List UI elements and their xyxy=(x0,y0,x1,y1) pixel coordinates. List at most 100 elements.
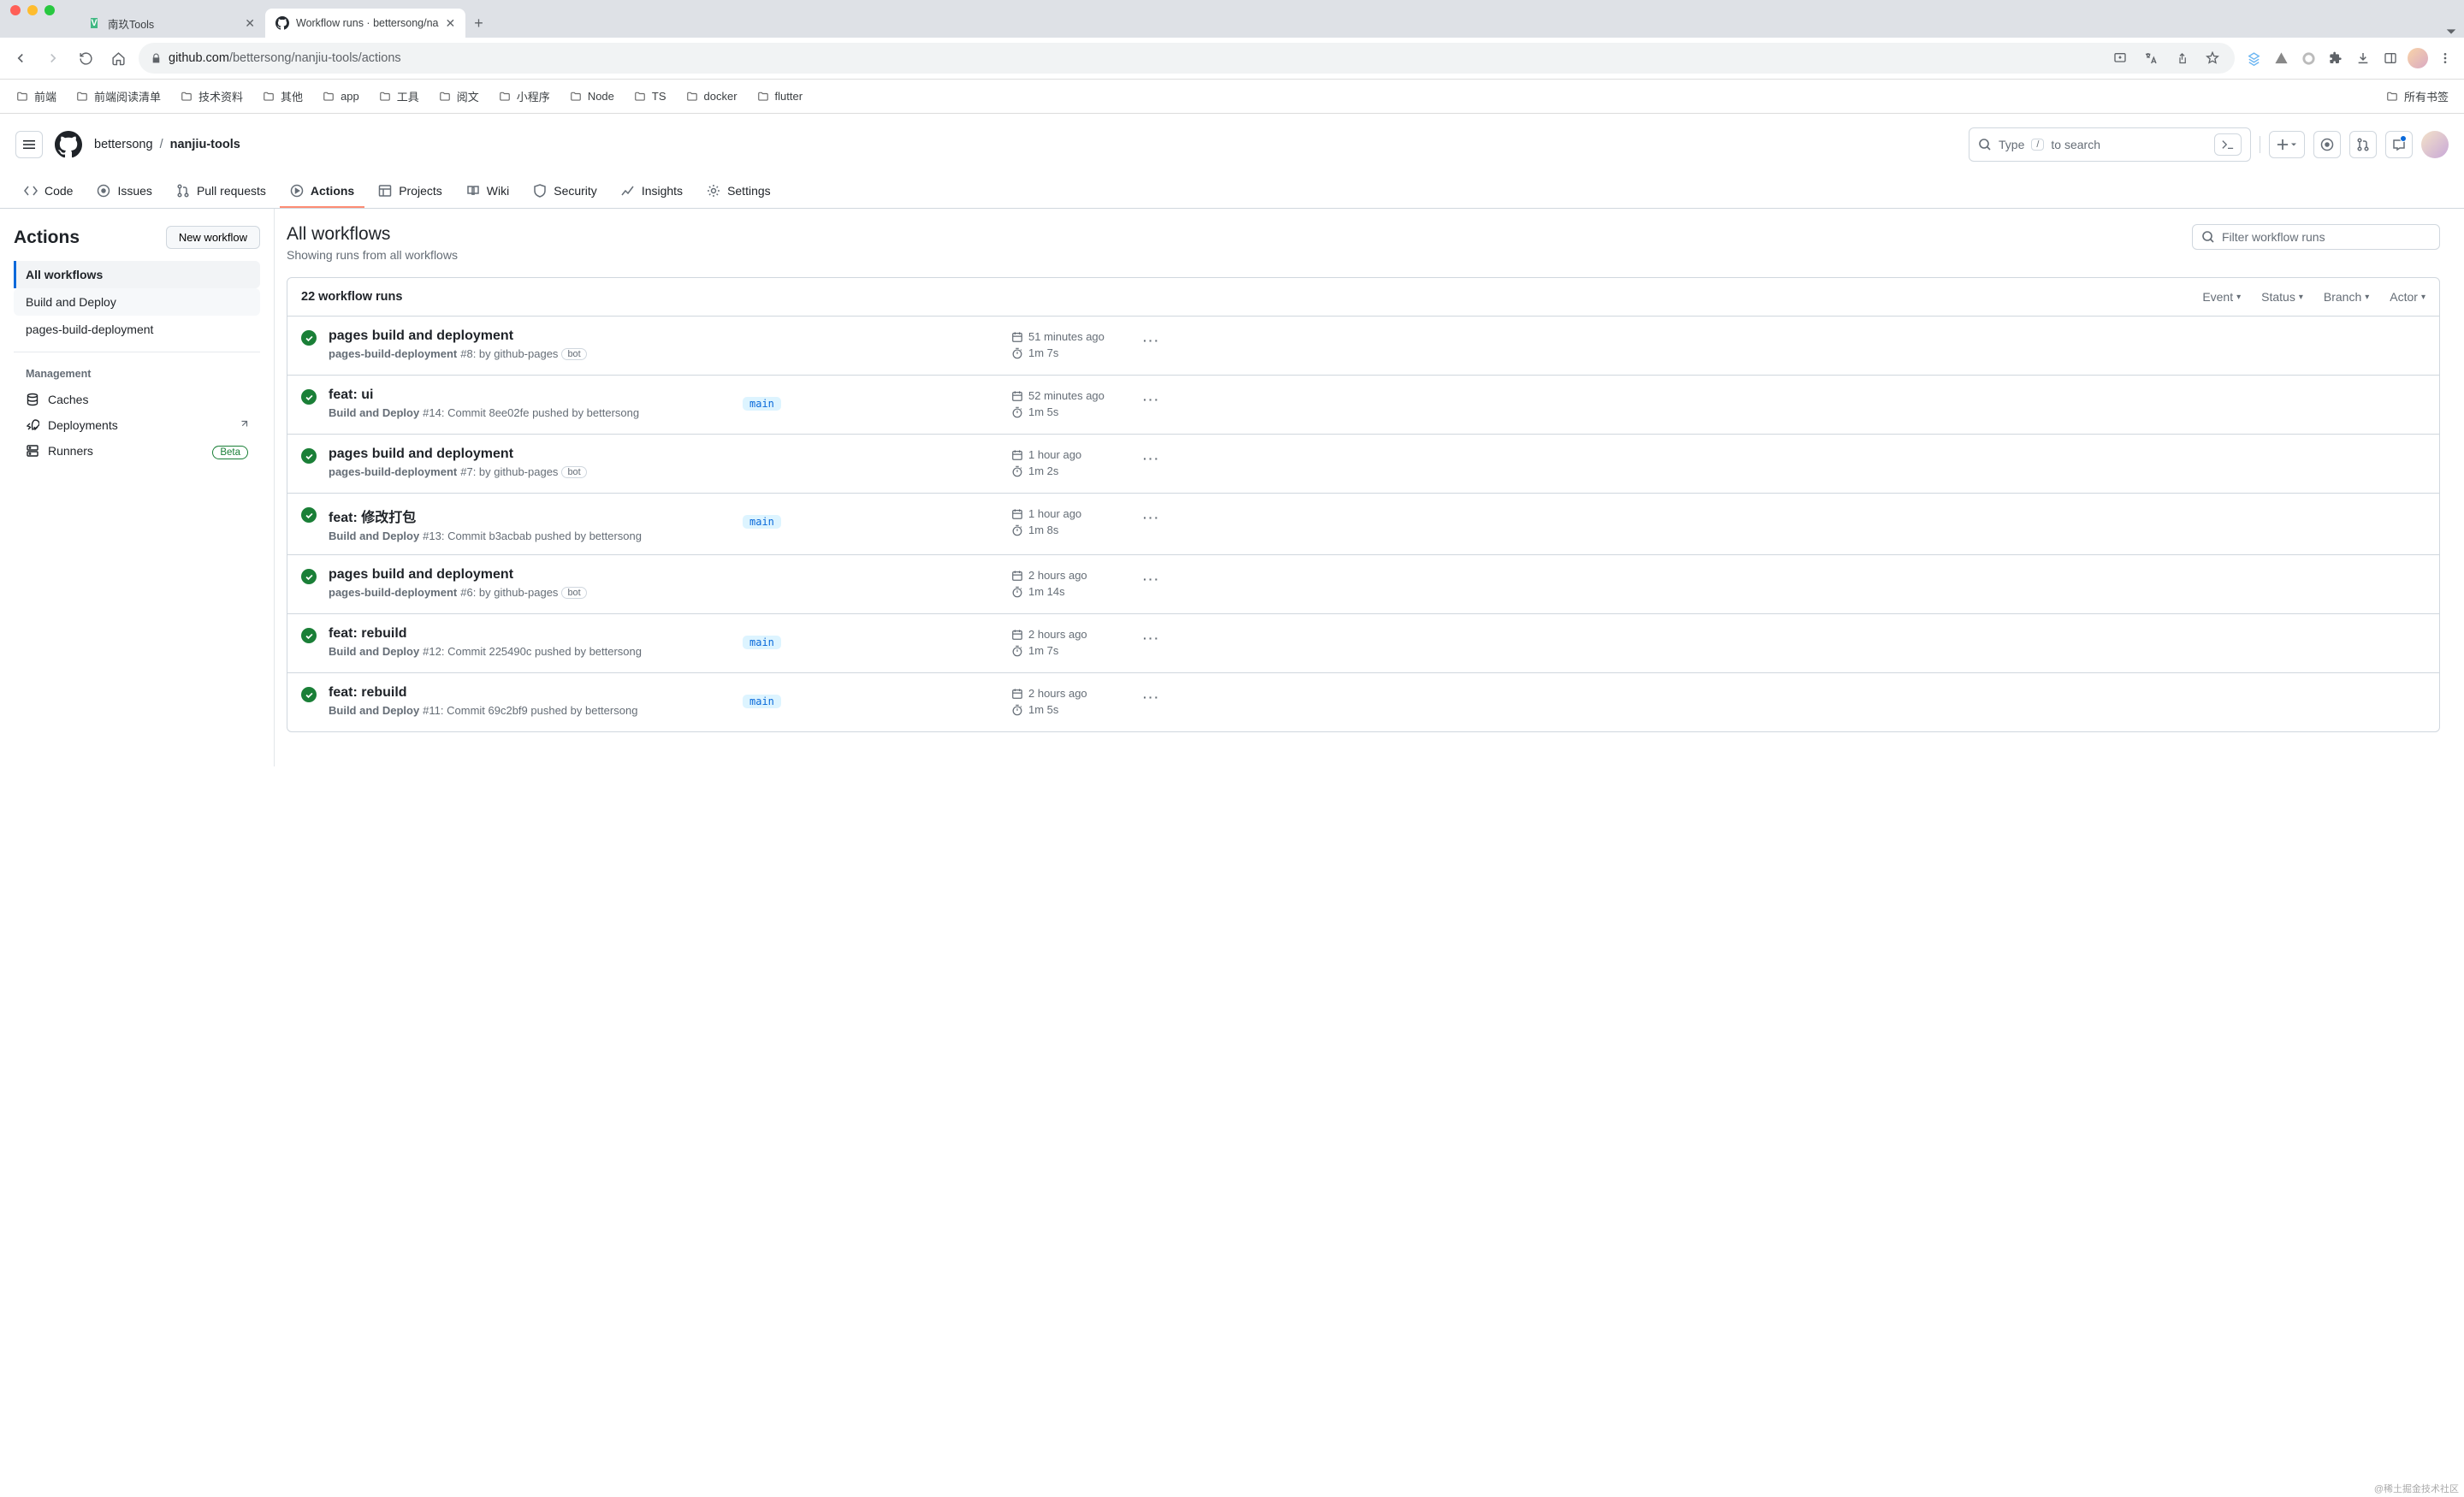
sidebar-mgmt-runners[interactable]: RunnersBeta xyxy=(14,438,260,464)
share-icon[interactable] xyxy=(2171,48,2192,68)
workflow-run-row[interactable]: pages build and deployment pages-build-d… xyxy=(287,555,2439,614)
run-actions-menu[interactable]: ··· xyxy=(1143,452,1160,465)
window-close[interactable] xyxy=(10,5,21,15)
repo-tab-projects[interactable]: Projects xyxy=(368,175,453,208)
browser-tab[interactable]: V南玖Tools✕ xyxy=(77,9,265,38)
reload-button[interactable] xyxy=(74,46,98,70)
repo-tab-insights[interactable]: Insights xyxy=(611,175,693,208)
create-new-button[interactable] xyxy=(2269,131,2305,158)
sidebar-mgmt-caches[interactable]: Caches xyxy=(14,387,260,412)
run-title[interactable]: feat: 修改打包 xyxy=(329,506,731,526)
downloads-icon[interactable] xyxy=(2353,48,2373,68)
bookmark-item[interactable]: flutter xyxy=(751,86,808,106)
filter-actor[interactable]: Actor▾ xyxy=(2390,290,2426,304)
branch-label[interactable]: main xyxy=(743,397,781,411)
calendar-icon xyxy=(1011,331,1023,343)
close-tab-icon[interactable]: ✕ xyxy=(446,16,456,31)
run-actions-menu[interactable]: ··· xyxy=(1143,572,1160,586)
bookmark-item[interactable]: 工具 xyxy=(373,85,424,108)
sidebar-workflow-item[interactable]: All workflows xyxy=(14,261,260,288)
command-palette-icon[interactable] xyxy=(2214,133,2242,156)
run-actions-menu[interactable]: ··· xyxy=(1143,511,1160,524)
workflow-run-row[interactable]: pages build and deployment pages-build-d… xyxy=(287,317,2439,376)
repo-link[interactable]: nanjiu-tools xyxy=(170,138,240,151)
repo-tab-actions[interactable]: Actions xyxy=(280,175,364,208)
address-bar[interactable]: github.com/bettersong/nanjiu-tools/actio… xyxy=(139,43,2235,74)
sidepanel-icon[interactable] xyxy=(2380,48,2401,68)
run-title[interactable]: feat: rebuild xyxy=(329,626,731,642)
run-actions-menu[interactable]: ··· xyxy=(1143,334,1160,347)
owner-link[interactable]: bettersong xyxy=(94,138,153,151)
tab-dropdown-icon[interactable] xyxy=(2445,26,2457,38)
bookmark-item[interactable]: 前端阅读清单 xyxy=(70,85,166,108)
run-title[interactable]: feat: rebuild xyxy=(329,685,731,701)
workflow-run-row[interactable]: pages build and deployment pages-build-d… xyxy=(287,435,2439,494)
sidebar-workflow-item[interactable]: Build and Deploy xyxy=(14,288,260,316)
branch-label[interactable]: main xyxy=(743,695,781,708)
all-bookmarks[interactable]: 所有书签 xyxy=(2380,85,2454,108)
close-tab-icon[interactable]: ✕ xyxy=(245,16,255,31)
window-minimize[interactable] xyxy=(27,5,38,15)
run-actions-menu[interactable]: ··· xyxy=(1143,690,1160,704)
run-title[interactable]: pages build and deployment xyxy=(329,567,731,583)
issues-icon[interactable] xyxy=(2313,131,2341,158)
filter-branch[interactable]: Branch▾ xyxy=(2324,290,2369,304)
security-icon xyxy=(533,184,547,198)
new-tab-button[interactable]: + xyxy=(465,9,492,38)
new-workflow-button[interactable]: New workflow xyxy=(166,226,260,249)
search-input[interactable]: Type / to search xyxy=(1969,127,2251,162)
filter-status[interactable]: Status▾ xyxy=(2261,290,2303,304)
star-icon[interactable] xyxy=(2202,48,2223,68)
run-title[interactable]: pages build and deployment xyxy=(329,328,731,344)
bookmark-item[interactable]: 阅文 xyxy=(433,85,484,108)
install-app-icon[interactable] xyxy=(2110,48,2130,68)
home-button[interactable] xyxy=(106,46,130,70)
workflow-run-row[interactable]: feat: rebuild Build and Deploy #11: Comm… xyxy=(287,673,2439,731)
run-title[interactable]: feat: ui xyxy=(329,388,731,403)
bookmark-item[interactable]: Node xyxy=(564,86,619,106)
forward-button[interactable] xyxy=(41,46,65,70)
bookmark-item[interactable]: app xyxy=(317,86,364,106)
run-actions-menu[interactable]: ··· xyxy=(1143,393,1160,406)
extensions-icon[interactable] xyxy=(2325,48,2346,68)
repo-tab-code[interactable]: Code xyxy=(14,175,83,208)
sidebar-mgmt-deployments[interactable]: Deployments xyxy=(14,412,260,438)
branch-label[interactable]: main xyxy=(743,515,781,529)
window-maximize[interactable] xyxy=(44,5,55,15)
user-avatar[interactable] xyxy=(2421,131,2449,158)
filter-event[interactable]: Event▾ xyxy=(2202,290,2241,304)
notifications-icon[interactable] xyxy=(2385,131,2413,158)
extension-icon[interactable] xyxy=(2298,48,2319,68)
workflow-run-row[interactable]: feat: rebuild Build and Deploy #12: Comm… xyxy=(287,614,2439,673)
run-title[interactable]: pages build and deployment xyxy=(329,447,731,462)
bookmark-item[interactable]: 小程序 xyxy=(493,85,555,108)
sidebar-workflow-item[interactable]: pages-build-deployment xyxy=(14,316,260,343)
repo-tab-pull-requests[interactable]: Pull requests xyxy=(166,175,276,208)
translate-icon[interactable] xyxy=(2141,48,2161,68)
branch-column: main xyxy=(743,506,999,529)
branch-column xyxy=(743,567,999,576)
menu-icon[interactable] xyxy=(2435,48,2455,68)
workflow-run-row[interactable]: feat: ui Build and Deploy #14: Commit 8e… xyxy=(287,376,2439,435)
bookmark-item[interactable]: 技术资料 xyxy=(175,85,248,108)
pull-requests-icon[interactable] xyxy=(2349,131,2377,158)
repo-tab-issues[interactable]: Issues xyxy=(86,175,162,208)
extension-icon[interactable] xyxy=(2243,48,2264,68)
bookmark-item[interactable]: TS xyxy=(628,86,672,106)
repo-tab-wiki[interactable]: Wiki xyxy=(456,175,519,208)
github-logo[interactable] xyxy=(55,131,82,158)
workflow-run-row[interactable]: feat: 修改打包 Build and Deploy #13: Commit … xyxy=(287,494,2439,555)
hamburger-button[interactable] xyxy=(15,131,43,158)
repo-tab-settings[interactable]: Settings xyxy=(696,175,781,208)
run-actions-menu[interactable]: ··· xyxy=(1143,631,1160,645)
back-button[interactable] xyxy=(9,46,33,70)
extension-icon[interactable] xyxy=(2271,48,2291,68)
bookmark-item[interactable]: 前端 xyxy=(10,85,62,108)
filter-runs-input[interactable]: Filter workflow runs xyxy=(2192,224,2440,250)
bookmark-item[interactable]: 其他 xyxy=(257,85,308,108)
browser-tab[interactable]: Workflow runs · bettersong/na✕ xyxy=(265,9,465,38)
repo-tab-security[interactable]: Security xyxy=(523,175,607,208)
bookmark-item[interactable]: docker xyxy=(680,86,743,106)
branch-label[interactable]: main xyxy=(743,636,781,649)
profile-avatar[interactable] xyxy=(2408,48,2428,68)
